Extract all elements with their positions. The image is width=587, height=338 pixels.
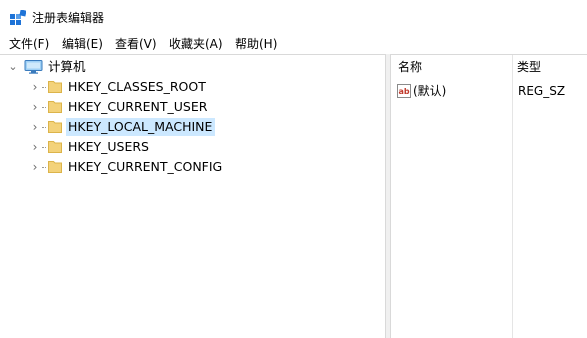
menu-bar: 文件(F) 编辑(E) 查看(V) 收藏夹(A) 帮助(H) (0, 34, 587, 54)
svg-text:ab: ab (399, 87, 410, 96)
tree-key-label: HKEY_USERS (68, 139, 149, 154)
folder-icon (48, 161, 62, 173)
string-value-icon: ab (397, 84, 411, 98)
registry-editor-icon (10, 10, 26, 25)
menu-favorites[interactable]: 收藏夹(A) (169, 36, 223, 52)
title-bar: 注册表编辑器 (0, 0, 587, 34)
value-row[interactable]: ab (默认) REG_SZ (391, 81, 587, 101)
tree-key-label-selected: HKEY_LOCAL_MACHINE (66, 118, 216, 136)
value-list-pane[interactable]: 名称 类型 ab (默认) REG_SZ (390, 54, 587, 338)
menu-file[interactable]: 文件(F) (9, 36, 49, 52)
tree-connector (42, 167, 46, 168)
tree-key-label: HKEY_CURRENT_CONFIG (68, 159, 223, 174)
tree-connector (42, 127, 46, 128)
chevron-right-icon[interactable]: › (30, 137, 40, 157)
list-header: 名称 类型 (391, 55, 587, 79)
folder-icon (48, 121, 62, 133)
tree-connector (42, 147, 46, 148)
chevron-down-icon[interactable]: ⌄ (8, 57, 18, 77)
folder-icon (48, 81, 62, 93)
chevron-right-icon[interactable]: › (30, 157, 40, 177)
tree-connector (42, 107, 46, 108)
tree-connector (42, 87, 46, 88)
tree-key-label: HKEY_CURRENT_USER (68, 99, 208, 114)
folder-icon (48, 101, 62, 113)
menu-view[interactable]: 查看(V) (115, 36, 157, 52)
menu-edit[interactable]: 编辑(E) (62, 36, 103, 52)
chevron-right-icon[interactable]: › (30, 97, 40, 117)
column-header-name[interactable]: 名称 (398, 59, 422, 75)
computer-icon (24, 60, 43, 74)
folder-icon (48, 141, 62, 153)
column-header-type[interactable]: 类型 (517, 59, 541, 75)
tree-root-label: 计算机 (48, 59, 86, 74)
menu-help[interactable]: 帮助(H) (235, 36, 277, 52)
value-name: (默认) (413, 84, 447, 98)
window-title: 注册表编辑器 (32, 11, 105, 25)
value-type: REG_SZ (518, 84, 566, 98)
chevron-right-icon[interactable]: › (30, 77, 40, 97)
registry-tree-pane[interactable]: ⌄ 计算机 › HKEY_CLASSES_ROOT › HKEY_CURRENT… (0, 54, 386, 338)
chevron-right-icon[interactable]: › (30, 117, 40, 137)
tree-key-label: HKEY_CLASSES_ROOT (68, 79, 206, 94)
